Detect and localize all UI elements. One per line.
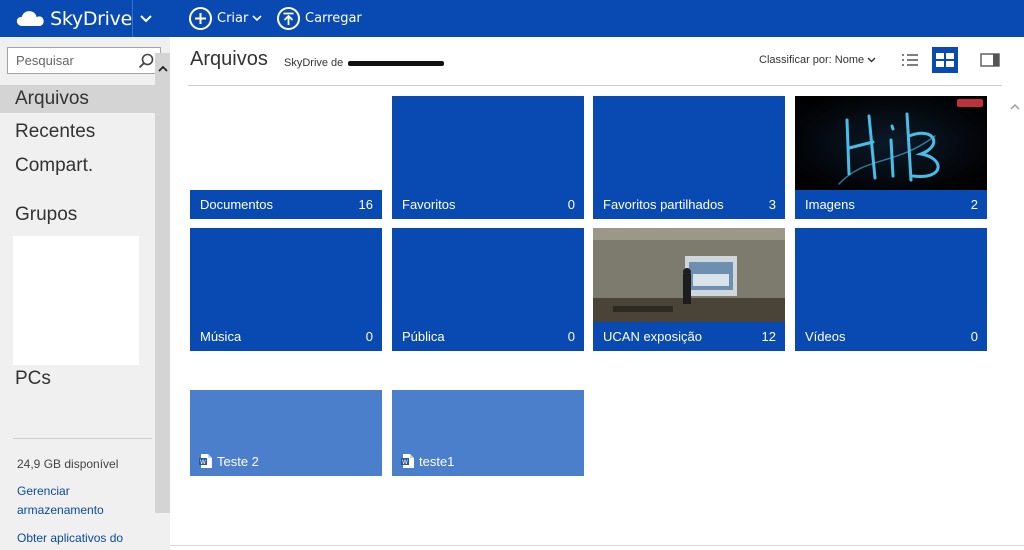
folder-name: Música bbox=[200, 329, 242, 344]
file-name: teste1 bbox=[419, 453, 455, 469]
sidebar-item-files[interactable]: Arquivos bbox=[0, 85, 155, 113]
main-scrollbar[interactable] bbox=[1006, 96, 1024, 545]
word-document-icon: W bbox=[401, 454, 414, 468]
folder-count: 3 bbox=[768, 197, 776, 212]
header-divider bbox=[188, 85, 1002, 86]
chevron-down-icon bbox=[867, 57, 876, 63]
main-scroll-up[interactable] bbox=[1006, 98, 1024, 114]
search-icon[interactable] bbox=[138, 53, 154, 69]
chevron-down-icon bbox=[140, 14, 152, 22]
plus-icon bbox=[189, 7, 212, 30]
folder-count: 0 bbox=[970, 329, 978, 344]
cloud-icon bbox=[16, 10, 44, 26]
folder-name: Favoritos partilhados bbox=[603, 197, 724, 212]
details-pane-icon bbox=[980, 53, 1000, 67]
thumbnail-view-button[interactable] bbox=[932, 47, 958, 73]
chevron-down-icon bbox=[252, 15, 262, 22]
brand-name: SkyDrive bbox=[50, 7, 132, 30]
owner-name-redacted bbox=[348, 60, 445, 66]
tile-view-icon bbox=[936, 53, 954, 67]
page-title: Arquivos bbox=[190, 48, 268, 70]
chevron-up-icon bbox=[157, 65, 168, 72]
folder-count: 16 bbox=[358, 197, 373, 212]
file-tile[interactable]: W teste1 bbox=[392, 390, 584, 476]
skydrive-logo[interactable]: SkyDrive bbox=[0, 0, 132, 37]
folder-count: 2 bbox=[970, 197, 978, 212]
folder-count: 0 bbox=[567, 329, 575, 344]
svg-text:W: W bbox=[402, 459, 408, 466]
get-apps-link[interactable]: Obter aplicativos do bbox=[17, 529, 152, 548]
file-tile[interactable]: W Teste 2 bbox=[190, 390, 382, 476]
folder-tile[interactable]: Vídeos 0 bbox=[795, 228, 987, 351]
sidebar-scrollbar[interactable] bbox=[155, 53, 170, 513]
groups-panel bbox=[13, 236, 139, 365]
sidebar-item-shared[interactable]: Compart. bbox=[0, 152, 155, 180]
sidebar: Arquivos Recentes Compart. Grupos PCs 24… bbox=[0, 37, 170, 550]
sidebar-item-groups[interactable]: Grupos bbox=[0, 201, 155, 229]
folder-name: Favoritos bbox=[402, 197, 456, 212]
sort-dropdown[interactable]: Classificar por: Nome bbox=[759, 54, 876, 66]
chevron-up-icon bbox=[1010, 103, 1020, 109]
sidebar-scroll-up[interactable] bbox=[155, 58, 170, 78]
list-view-icon bbox=[902, 54, 918, 66]
manage-storage-link[interactable]: Gerenciar armazenamento bbox=[17, 482, 152, 520]
sort-label: Classificar por: Nome bbox=[759, 54, 865, 66]
folder-tile[interactable]: UCAN exposição 12 bbox=[593, 228, 785, 351]
folder-name: UCAN exposição bbox=[603, 329, 702, 344]
folder-count: 0 bbox=[365, 329, 373, 344]
folder-tile[interactable]: Favoritos partilhados 3 bbox=[593, 96, 785, 219]
folder-thumbnail-image bbox=[795, 96, 987, 190]
folder-name: Imagens bbox=[805, 197, 855, 212]
create-button[interactable]: Criar bbox=[189, 0, 262, 37]
folder-tile[interactable]: Pública 0 bbox=[392, 228, 584, 351]
upload-icon bbox=[277, 7, 300, 30]
list-view-button[interactable] bbox=[897, 47, 923, 73]
create-label: Criar bbox=[217, 11, 249, 26]
folder-tile[interactable]: Documentos 16 bbox=[190, 96, 382, 219]
folder-name: Documentos bbox=[200, 197, 273, 212]
folder-tile[interactable]: Imagens 2 bbox=[795, 96, 987, 219]
search-box bbox=[7, 47, 161, 74]
svg-text:W: W bbox=[200, 459, 206, 466]
folder-tile[interactable]: Favoritos 0 bbox=[392, 96, 584, 219]
upload-label: Carregar bbox=[305, 11, 362, 26]
folder-count: 12 bbox=[761, 329, 776, 344]
folder-name: Pública bbox=[402, 329, 445, 344]
sidebar-item-recent[interactable]: Recentes bbox=[0, 118, 155, 146]
owner-prefix: SkyDrive de bbox=[284, 57, 344, 69]
storage-available: 24,9 GB disponível bbox=[17, 457, 119, 471]
folder-tile[interactable]: Música 0 bbox=[190, 228, 382, 351]
file-name: Teste 2 bbox=[217, 453, 259, 469]
folder-count: 0 bbox=[567, 197, 575, 212]
bottom-divider bbox=[170, 545, 1024, 546]
owner-label: SkyDrive de bbox=[284, 57, 445, 69]
folder-name: Vídeos bbox=[805, 329, 846, 344]
word-document-icon: W bbox=[199, 454, 212, 468]
details-pane-button[interactable] bbox=[977, 47, 1003, 73]
top-bar: SkyDrive Criar Carregar bbox=[0, 0, 1024, 37]
upload-button[interactable]: Carregar bbox=[277, 0, 362, 37]
app-switcher-button[interactable] bbox=[132, 0, 159, 37]
sidebar-item-pcs[interactable]: PCs bbox=[0, 365, 155, 393]
folder-thumbnail-image bbox=[593, 228, 785, 322]
search-input[interactable] bbox=[8, 48, 132, 73]
sidebar-divider bbox=[13, 438, 152, 439]
